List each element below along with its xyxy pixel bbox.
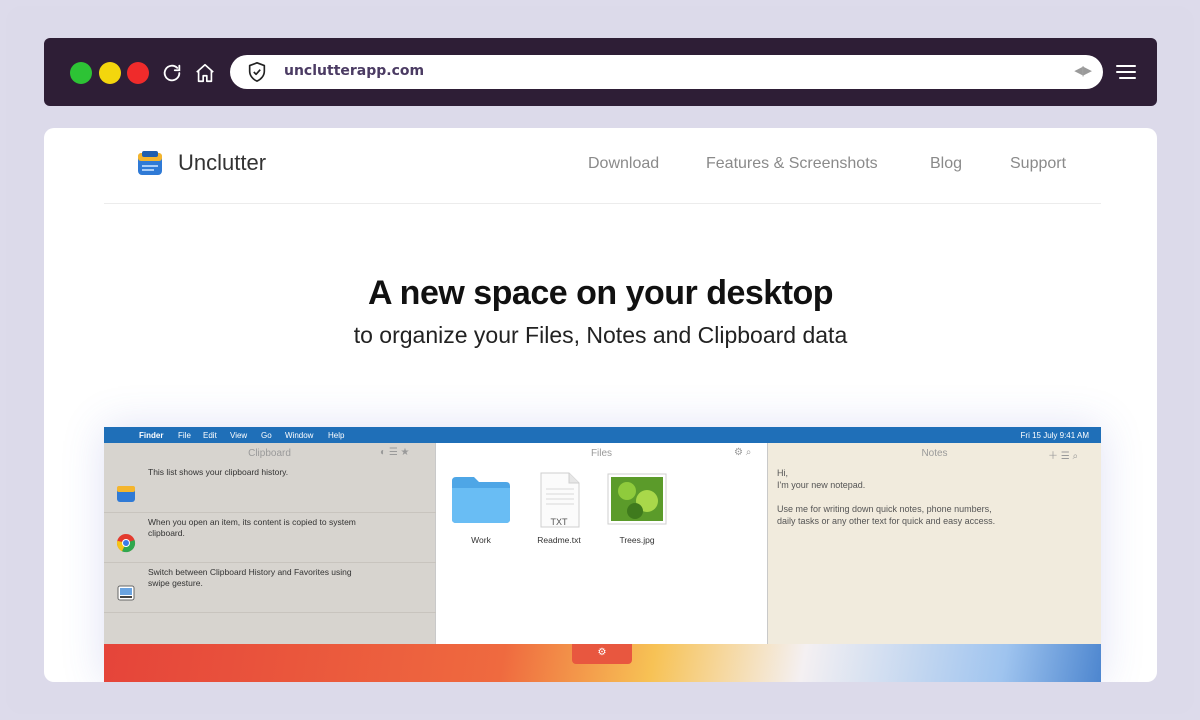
home-icon[interactable] [192, 60, 218, 86]
menubar-item: Window [285, 431, 314, 440]
menubar-item: View [230, 431, 248, 440]
file-item-trees: Trees.jpg [602, 471, 672, 545]
clipboard-panel: Clipboard ◐ ☰ ★ This list shows your cli… [104, 443, 436, 644]
nav-features-link[interactable]: Features & Screenshots [706, 155, 878, 173]
app-screenshot: Finder File Edit View Go Window Help Fri… [104, 427, 1101, 682]
close-window-button[interactable] [127, 62, 149, 84]
reload-icon[interactable] [159, 60, 185, 86]
files-panel-title: Files [590, 448, 613, 459]
note-line: Use me for writing down quick notes, pho… [777, 504, 992, 514]
browser-toolbar: unclutterapp.com ◀|▶ [44, 38, 1157, 106]
unclutter-app-icon [117, 486, 135, 502]
menubar-item: Help [328, 431, 345, 440]
maximize-window-button[interactable] [70, 62, 92, 84]
note-line: I'm your new notepad. [777, 480, 866, 490]
files-toolbar-icons: ⚙ ⌕ [734, 447, 752, 458]
file-label: Readme.txt [537, 535, 581, 545]
shield-icon [248, 62, 266, 82]
note-line: daily tasks or any other text for quick … [777, 516, 996, 526]
file-label: Trees.jpg [619, 535, 655, 545]
clipboard-item: When you open an item, its content is co… [104, 513, 436, 563]
notes-content: Hi, I'm your new notepad. Use me for wri… [777, 467, 1077, 527]
clipboard-item: Switch between Clipboard History and Fav… [104, 563, 436, 613]
logo-text[interactable]: Unclutter [178, 150, 266, 176]
file-type-badge: TXT [550, 517, 568, 527]
nav-download-link[interactable]: Download [588, 155, 659, 173]
note-line: Hi, [777, 468, 788, 478]
reader-arrows-icon[interactable]: ◀|▶ [1074, 64, 1092, 77]
url-text[interactable]: unclutterapp.com [284, 63, 424, 79]
files-panel: Files ⚙ ⌕ Work TXT Readme.txt Trees.jpg [436, 443, 768, 644]
menubar-item: Finder [139, 431, 164, 440]
hamburger-menu-icon[interactable] [1114, 61, 1138, 83]
unclutter-logo-icon[interactable] [136, 149, 164, 177]
address-bar[interactable]: unclutterapp.com ◀|▶ [230, 55, 1103, 89]
file-item-readme: TXT Readme.txt [524, 471, 594, 545]
menubar-clock: Fri 15 July 9:41 AM [1020, 431, 1089, 440]
minimize-window-button[interactable] [99, 62, 121, 84]
clipboard-item-text: When you open an item, its content is co… [148, 517, 356, 538]
nav-support-link[interactable]: Support [1010, 155, 1066, 173]
nav-blog-link[interactable]: Blog [930, 155, 962, 173]
preview-icon [117, 585, 135, 601]
note-line [777, 491, 1077, 503]
clipboard-item: This list shows your clipboard history. [104, 463, 436, 513]
folder-icon [452, 477, 510, 523]
site-header: Unclutter Download Features & Screenshot… [104, 128, 1101, 204]
clipboard-toolbar-icons: ◐ ☰ ★ [380, 447, 410, 458]
hero-subtitle: to organize your Files, Notes and Clipbo… [353, 322, 848, 348]
unclutter-handle-gear-icon: ⚙ [572, 644, 632, 664]
web-page: Unclutter Download Features & Screenshot… [44, 128, 1157, 682]
clipboard-item-text: Switch between Clipboard History and Fav… [148, 567, 352, 588]
menubar-item: Go [261, 431, 272, 440]
chrome-icon [116, 534, 136, 553]
image-file-icon [607, 473, 667, 525]
notes-toolbar-icons: ＋ ☰ ⌕ [1048, 451, 1079, 462]
hero-title: A new space on your desktop [367, 274, 834, 312]
notes-panel: Notes ＋ ☰ ⌕ Hi, I'm your new notepad. Us… [768, 443, 1101, 644]
file-item-work: Work [446, 471, 516, 545]
menubar-item: File [178, 431, 191, 440]
clipboard-item-text: This list shows your clipboard history. [148, 467, 289, 477]
file-label: Work [471, 535, 491, 545]
menubar-item: Edit [203, 431, 217, 440]
mac-menubar: Finder File Edit View Go Window Help Fri… [104, 427, 1101, 443]
